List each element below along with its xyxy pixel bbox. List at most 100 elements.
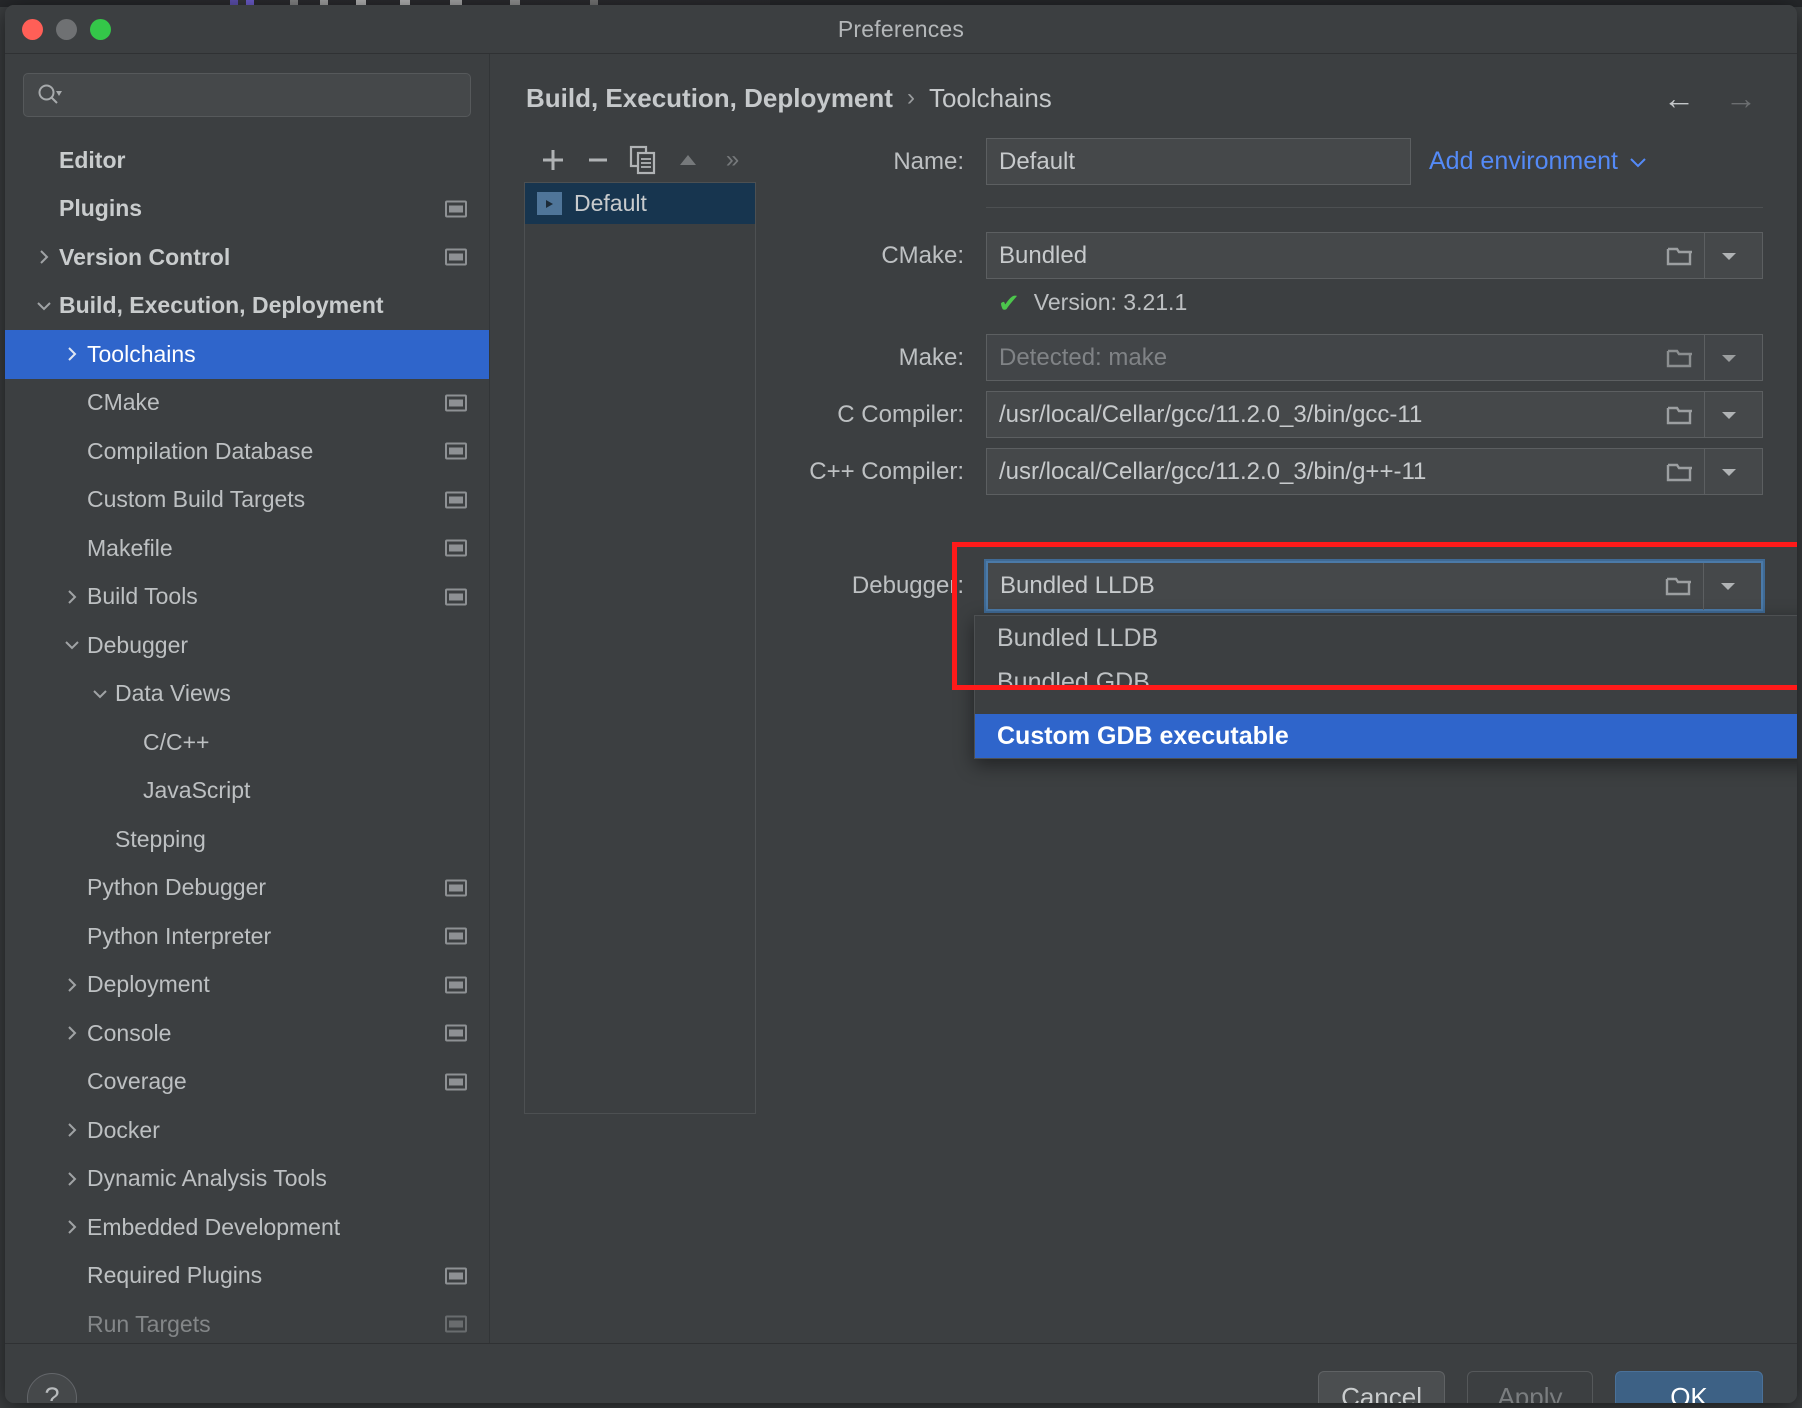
chevron-right-icon[interactable]	[57, 976, 87, 994]
sidebar-item-makefile[interactable]: Makefile	[5, 524, 489, 573]
cmake-version-row: ✔ Version: 3.21.1	[986, 289, 1763, 316]
cmake-field[interactable]: Bundled	[986, 232, 1763, 279]
sidebar-item-version-control[interactable]: Version Control	[5, 233, 489, 282]
form-divider	[986, 207, 1763, 208]
sidebar-item-run-targets[interactable]: Run Targets	[5, 1300, 489, 1343]
name-row: Name: Default Add environment	[774, 138, 1763, 185]
breadcrumb-separator: ›	[906, 84, 915, 111]
search-box[interactable]	[23, 73, 471, 117]
add-toolchain-button[interactable]	[530, 140, 575, 180]
sidebar-item-toolchains[interactable]: Toolchains	[5, 330, 489, 379]
chevron-right-icon[interactable]	[29, 248, 59, 266]
copy-toolchain-button[interactable]	[620, 140, 665, 180]
chevron-down-icon[interactable]	[29, 297, 59, 315]
add-environment-button[interactable]: Add environment	[1429, 147, 1648, 176]
apply-button[interactable]: Apply	[1467, 1370, 1593, 1403]
debugger-dropdown-menu: Bundled LLDB Bundled GDB Custom GDB execut…	[974, 615, 1797, 759]
toolchain-list-item-label: Default	[574, 190, 647, 216]
c-compiler-row: C Compiler: /usr/local/Cellar/gcc/11.2.0…	[774, 391, 1763, 438]
debugger-dropdown-arrow-icon[interactable]	[1703, 562, 1751, 610]
sidebar-item-python-debugger[interactable]: Python Debugger	[5, 864, 489, 913]
sidebar-item-build-tools[interactable]: Build Tools	[5, 573, 489, 622]
folder-icon[interactable]	[1656, 232, 1704, 279]
project-scope-icon	[445, 442, 467, 460]
dropdown-spacer	[975, 704, 1797, 714]
project-scope-icon	[445, 588, 467, 606]
sidebar-item-data-views[interactable]: Data Views	[5, 670, 489, 719]
sidebar-item-deployment[interactable]: Deployment	[5, 961, 489, 1010]
sidebar-item-stepping[interactable]: Stepping	[5, 815, 489, 864]
sidebar-item-dynamic-analysis-tools[interactable]: Dynamic Analysis Tools	[5, 1155, 489, 1204]
sidebar-item-coverage[interactable]: Coverage	[5, 1058, 489, 1107]
chevron-right-icon[interactable]	[57, 1170, 87, 1188]
project-scope-icon	[445, 539, 467, 557]
toolchain-form: Name: Default Add environment CMake: Bun…	[756, 138, 1797, 1114]
c-compiler-value: /usr/local/Cellar/gcc/11.2.0_3/bin/gcc-1…	[999, 400, 1423, 428]
close-window-button[interactable]	[22, 18, 43, 40]
name-field[interactable]: Default	[986, 138, 1411, 185]
cmake-dropdown-arrow-icon[interactable]	[1704, 232, 1752, 279]
chevron-down-icon[interactable]	[85, 685, 115, 703]
breadcrumb-root[interactable]: Build, Execution, Deployment	[526, 83, 893, 114]
maximize-window-button[interactable]	[90, 18, 111, 40]
arrow-left-icon[interactable]: ←	[1663, 82, 1695, 114]
folder-icon[interactable]	[1655, 563, 1703, 610]
sidebar-item-required-plugins[interactable]: Required Plugins	[5, 1252, 489, 1301]
remove-toolchain-button[interactable]	[575, 140, 620, 180]
chevron-right-icon[interactable]	[57, 588, 87, 606]
sidebar-item-embedded-development[interactable]: Embedded Development	[5, 1203, 489, 1252]
toolchain-list-toolbar: »	[524, 138, 756, 182]
sidebar-item-c-c[interactable]: C/C++	[5, 718, 489, 767]
folder-icon[interactable]	[1656, 448, 1704, 495]
sidebar-item-editor[interactable]: Editor	[5, 136, 489, 185]
search-input[interactable]	[68, 83, 458, 107]
c-compiler-dropdown-arrow-icon[interactable]	[1704, 391, 1752, 438]
window-titlebar: Preferences	[5, 5, 1797, 54]
sidebar-item-label: Custom Build Targets	[87, 486, 306, 513]
chevron-down-icon[interactable]	[57, 636, 87, 654]
cxx-compiler-field[interactable]: /usr/local/Cellar/gcc/11.2.0_3/bin/g++-1…	[986, 448, 1763, 495]
debugger-option-bundled-lldb[interactable]: Bundled LLDB	[975, 616, 1797, 660]
ok-button[interactable]: OK	[1615, 1370, 1763, 1403]
sidebar-item-cmake[interactable]: CMake	[5, 379, 489, 428]
move-up-button[interactable]	[665, 140, 710, 180]
add-environment-label: Add environment	[1429, 147, 1619, 175]
sidebar-item-custom-build-targets[interactable]: Custom Build Targets	[5, 476, 489, 525]
chevron-right-icon[interactable]	[57, 1024, 87, 1042]
make-dropdown-arrow-icon[interactable]	[1704, 334, 1752, 381]
cancel-button[interactable]: Cancel	[1318, 1370, 1445, 1403]
sidebar-item-label: Toolchains	[87, 340, 196, 367]
chevron-right-icon[interactable]	[57, 345, 87, 363]
debugger-field[interactable]: Bundled LLDB	[984, 559, 1765, 613]
sidebar-item-label: Compilation Database	[87, 437, 314, 464]
debugger-block: Debugger: Bundled LLDB Bundled LLDB Bund…	[774, 542, 1797, 759]
c-compiler-field[interactable]: /usr/local/Cellar/gcc/11.2.0_3/bin/gcc-1…	[986, 391, 1763, 438]
make-field[interactable]: Detected: make	[986, 334, 1763, 381]
chevron-right-icon[interactable]	[57, 1121, 87, 1139]
debugger-value: Bundled LLDB	[1000, 572, 1155, 599]
folder-icon[interactable]	[1656, 391, 1704, 438]
minimize-window-button[interactable]	[56, 18, 77, 40]
project-scope-icon	[445, 927, 467, 945]
sidebar-item-build-execution-deployment[interactable]: Build, Execution, Deployment	[5, 282, 489, 331]
toolchain-list-item[interactable]: Default	[525, 183, 755, 224]
sidebar-item-label: Python Interpreter	[87, 922, 272, 949]
dialog-footer: ? Cancel Apply OK CSDN @autoreleasepools	[5, 1343, 1797, 1403]
chevron-right-icon[interactable]	[57, 1218, 87, 1236]
more-options-button[interactable]: »	[710, 140, 755, 180]
sidebar-item-compilation-database[interactable]: Compilation Database	[5, 427, 489, 476]
arrow-right-icon[interactable]: →	[1725, 82, 1757, 114]
sidebar-item-docker[interactable]: Docker	[5, 1106, 489, 1155]
sidebar-item-label: Embedded Development	[87, 1213, 341, 1240]
cxx-compiler-dropdown-arrow-icon[interactable]	[1704, 448, 1752, 495]
sidebar-item-debugger[interactable]: Debugger	[5, 621, 489, 670]
debugger-option-custom-gdb-executable[interactable]: Custom GDB executable	[975, 714, 1797, 758]
sidebar-item-console[interactable]: Console	[5, 1009, 489, 1058]
sidebar-item-label: Run Targets	[87, 1310, 211, 1337]
sidebar-item-plugins[interactable]: Plugins	[5, 185, 489, 234]
sidebar-item-python-interpreter[interactable]: Python Interpreter	[5, 912, 489, 961]
debugger-option-bundled-gdb[interactable]: Bundled GDB	[975, 660, 1797, 704]
sidebar-item-javascript[interactable]: JavaScript	[5, 767, 489, 816]
help-button[interactable]: ?	[27, 1372, 77, 1403]
folder-icon[interactable]	[1656, 334, 1704, 381]
